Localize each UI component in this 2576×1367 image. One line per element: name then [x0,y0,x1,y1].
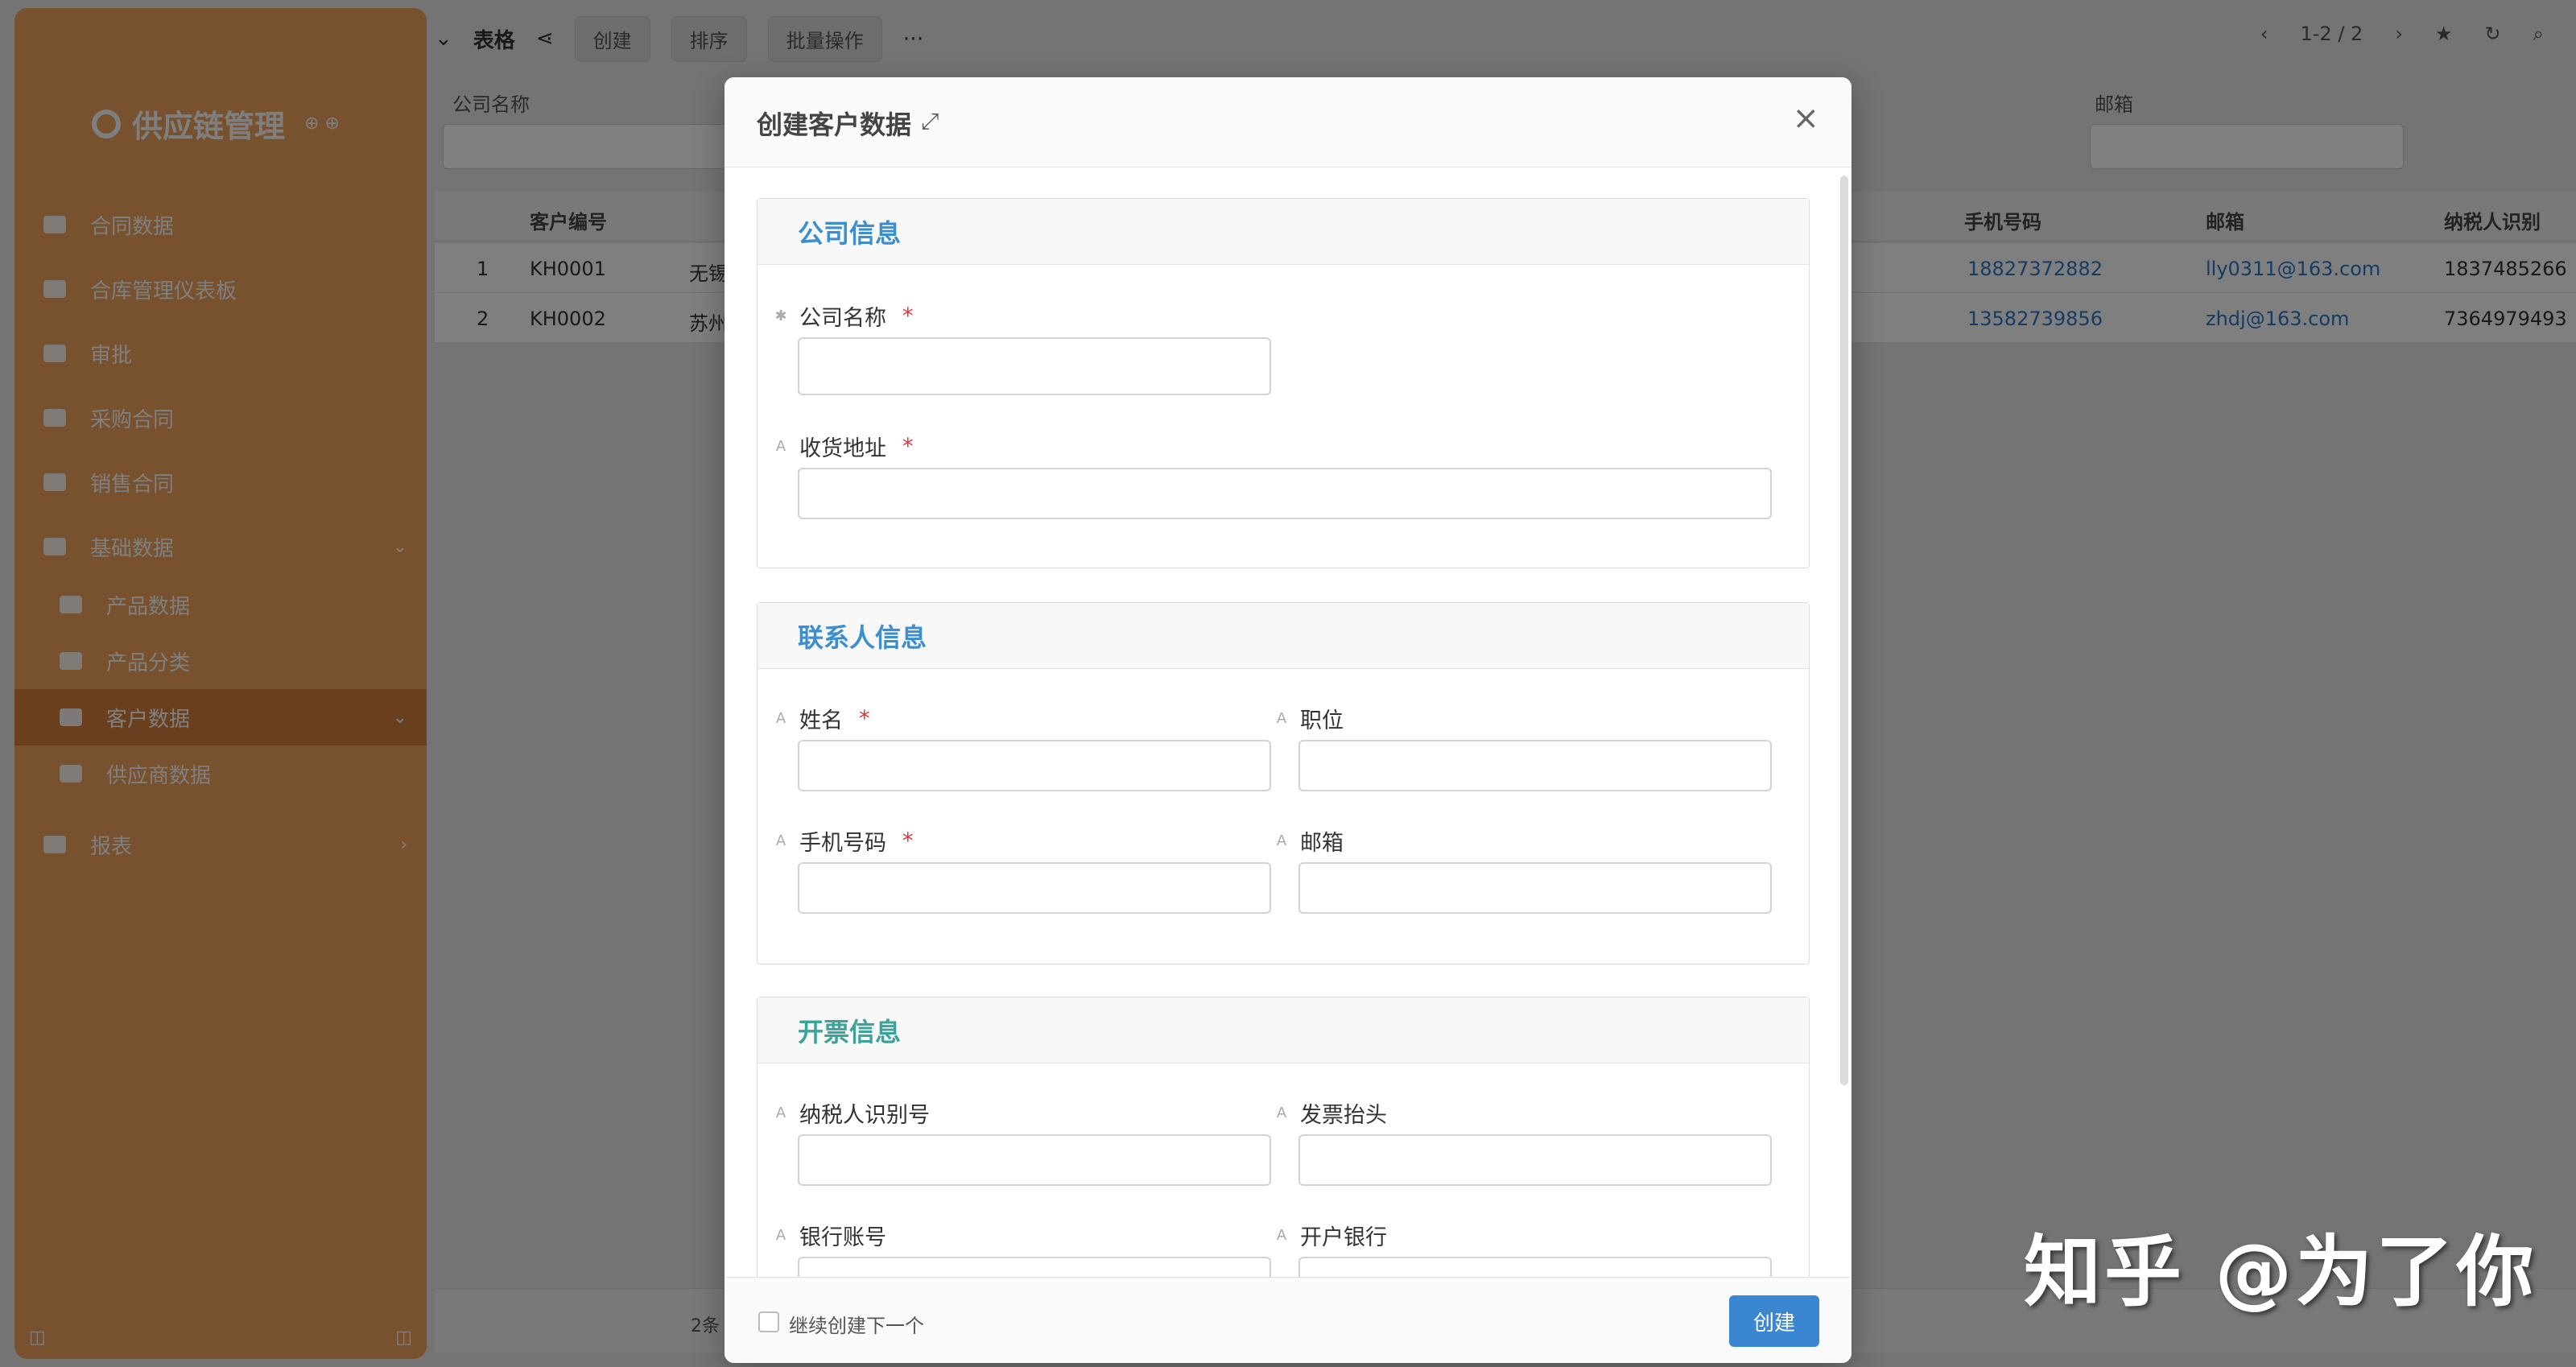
required-icon: ✱ [774,308,787,324]
text-field-icon: A [775,832,786,849]
field-company-name: ✱ 公司名称 * [774,300,1271,395]
section-title: 联系人信息 [758,603,1809,669]
create-customer-modal: 创建客户数据 ⤢ × 公司信息 ✱ 公司名称 * A 收货地址 * 联系人信息 A 姓名 * [724,77,1852,1363]
invoice-title-input[interactable] [1298,1134,1772,1186]
create-button[interactable]: 创建 [1729,1295,1819,1347]
field-bank-account: A 银行账号 [774,1220,1271,1308]
close-icon[interactable]: × [1792,100,1819,137]
text-field-icon: A [775,1227,786,1244]
field-position: A 职位 [1274,703,1772,791]
text-field-icon: A [775,710,786,727]
email-input[interactable] [1298,862,1772,914]
continue-checkbox-label[interactable]: 继续创建下一个 [789,1310,924,1338]
modal-footer: 继续创建下一个 创建 [724,1277,1852,1363]
field-tax-id: A 纳税人识别号 [774,1097,1271,1186]
section-title: 开票信息 [758,997,1809,1063]
text-field-icon: A [1276,710,1287,727]
scrollbar[interactable] [1840,176,1848,1085]
text-field-icon: A [775,438,786,455]
modal-title: 创建客户数据 [757,109,912,140]
field-email: A 邮箱 [1274,825,1772,914]
shipping-address-input[interactable] [798,468,1772,519]
phone-input[interactable] [798,862,1271,914]
section-contact: 联系人信息 A 姓名 * A 职位 A 手机号码 * A 邮箱 [757,602,1810,964]
company-name-input[interactable] [798,337,1271,395]
section-company: 公司信息 ✱ 公司名称 * A 收货地址 * [757,198,1810,568]
field-invoice-title: A 发票抬头 [1274,1097,1772,1186]
modal-header: 创建客户数据 ⤢ × [724,77,1852,167]
position-input[interactable] [1298,740,1772,791]
watermark: 知乎 @为了你 [2024,1227,2537,1317]
field-name: A 姓名 * [774,703,1271,791]
continue-checkbox[interactable] [758,1311,779,1332]
expand-icon[interactable]: ⤢ [921,108,939,135]
text-field-icon: A [775,1105,786,1121]
text-field-icon: A [1276,1105,1287,1121]
text-field-icon: A [1276,832,1287,849]
text-field-icon: A [1276,1227,1287,1244]
section-title: 公司信息 [758,199,1809,265]
field-bank: A 开户银行 [1274,1220,1772,1308]
name-input[interactable] [798,740,1271,791]
tax-id-input[interactable] [798,1134,1271,1186]
field-shipping-address: A 收货地址 * [774,431,1772,519]
field-phone: A 手机号码 * [774,825,1271,914]
modal-body: 公司信息 ✱ 公司名称 * A 收货地址 * 联系人信息 A 姓名 * A 职位 A 手机号码 [724,167,1852,1357]
